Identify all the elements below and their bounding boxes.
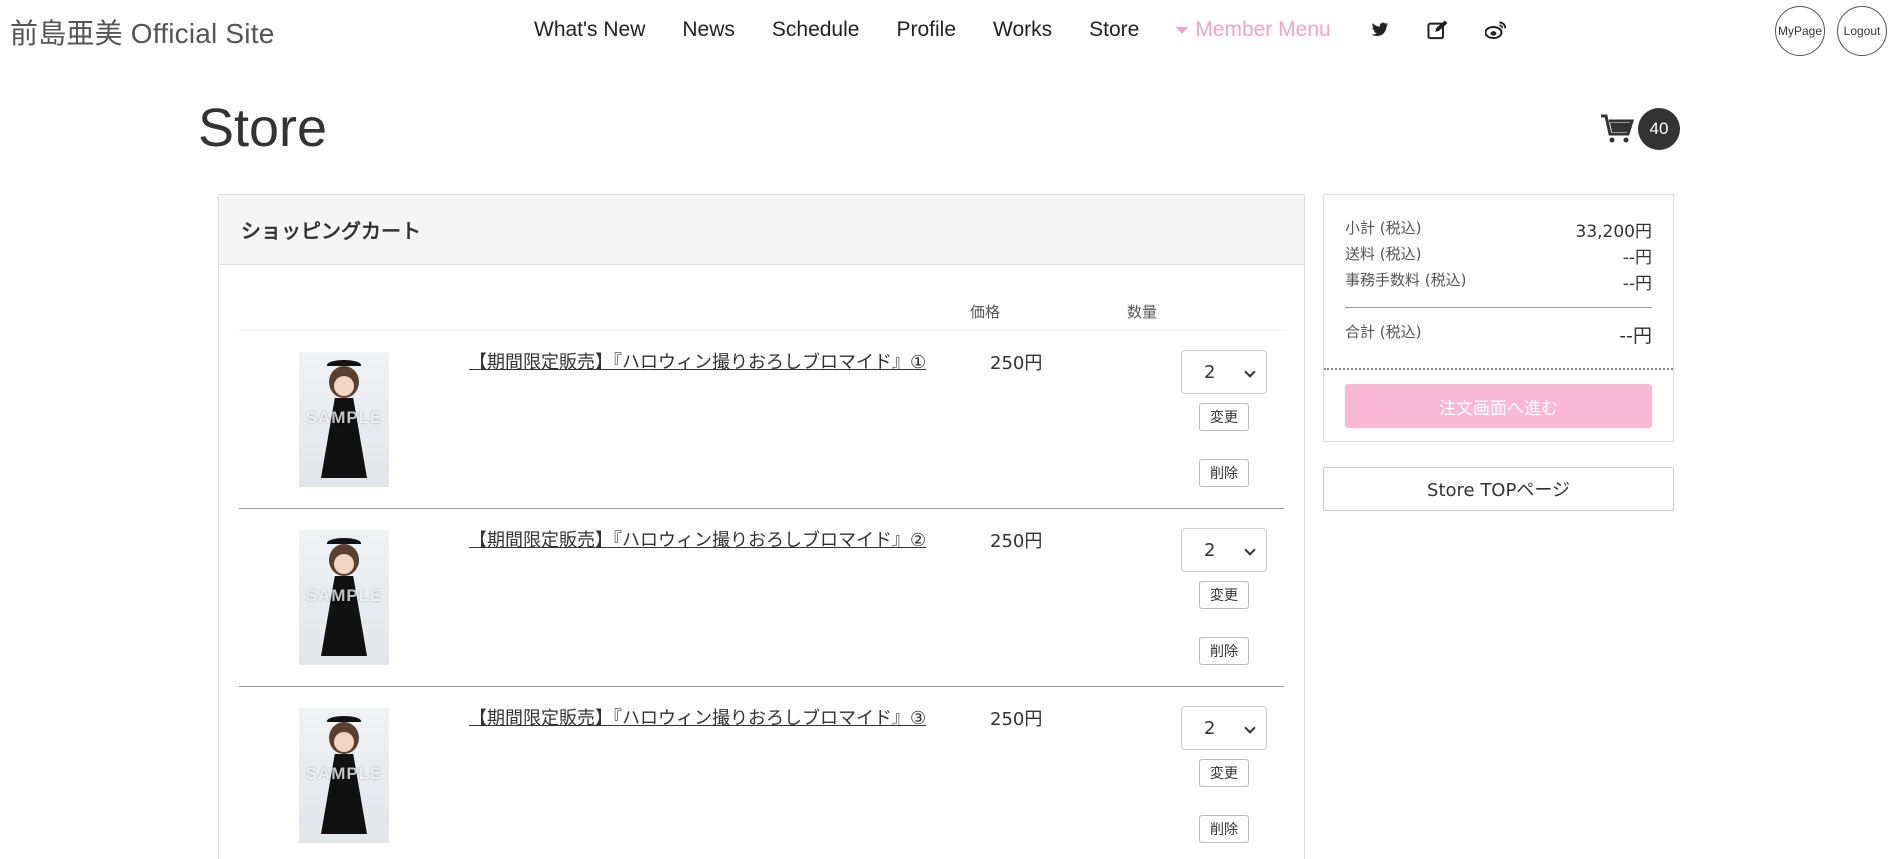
weibo-icon[interactable] bbox=[1484, 19, 1507, 41]
subtotal-value: 33,200円 bbox=[1575, 222, 1652, 242]
sample-watermark: SAMPLE bbox=[305, 408, 383, 427]
nav-news[interactable]: News bbox=[682, 18, 735, 42]
sample-watermark: SAMPLE bbox=[305, 586, 383, 605]
shopping-cart-panel: ショッピングカート 価格 数量 SAMPLE 【期間限定販売】『ハロウィン撮りお… bbox=[218, 194, 1305, 859]
quantity-select[interactable]: 2 bbox=[1181, 706, 1267, 750]
logout-button[interactable]: Logout bbox=[1837, 6, 1887, 56]
fee-label: 事務手数料 (税込) bbox=[1345, 271, 1467, 289]
subtotal-label: 小計 (税込) bbox=[1345, 219, 1422, 237]
price-column-header: 価格 bbox=[970, 303, 1001, 321]
store-top-button[interactable]: Store TOPページ bbox=[1323, 467, 1674, 511]
product-title-link[interactable]: 【期間限定販売】『ハロウィン撮りおろしブロマイド』② bbox=[469, 527, 959, 554]
page-title: Store bbox=[198, 98, 328, 158]
product-thumbnail[interactable]: SAMPLE bbox=[299, 352, 389, 487]
quantity-select[interactable]: 2 bbox=[1181, 528, 1267, 572]
delete-button[interactable]: 削除 bbox=[1199, 459, 1249, 487]
product-thumbnail[interactable]: SAMPLE bbox=[299, 530, 389, 665]
cart-count-badge[interactable]: 40 bbox=[1638, 108, 1680, 150]
quantity-value: 2 bbox=[1204, 539, 1216, 561]
nav-whats-new[interactable]: What's New bbox=[534, 18, 645, 42]
edit-icon[interactable] bbox=[1427, 19, 1449, 41]
total-label: 合計 (税込) bbox=[1345, 323, 1422, 341]
nav-schedule[interactable]: Schedule bbox=[772, 18, 860, 42]
quantity-value: 2 bbox=[1204, 717, 1216, 739]
cart-icon[interactable] bbox=[1600, 113, 1635, 149]
product-price: 250円 bbox=[990, 531, 1043, 552]
product-title-link[interactable]: 【期間限定販売】『ハロウィン撮りおろしブロマイド』① bbox=[469, 349, 959, 376]
sample-watermark: SAMPLE bbox=[305, 764, 383, 783]
member-menu[interactable]: Member Menu bbox=[1176, 18, 1331, 42]
main-nav: What's New News Schedule Profile Works S… bbox=[534, 18, 1543, 42]
chevron-down-icon bbox=[1244, 544, 1256, 556]
product-price: 250円 bbox=[990, 709, 1043, 730]
change-button[interactable]: 変更 bbox=[1199, 403, 1249, 431]
subtotal-row: 小計 (税込) 33,200円 bbox=[1345, 217, 1652, 242]
site-title[interactable]: 前島亜美 Official Site bbox=[10, 12, 274, 52]
cart-item: SAMPLE 【期間限定販売】『ハロウィン撮りおろしブロマイド』② 250円 2… bbox=[239, 509, 1284, 687]
proceed-to-order-button[interactable]: 注文画面へ進む bbox=[1345, 384, 1652, 428]
member-menu-label: Member Menu bbox=[1195, 18, 1331, 41]
nav-works[interactable]: Works bbox=[993, 18, 1052, 42]
product-thumbnail[interactable]: SAMPLE bbox=[299, 708, 389, 843]
fee-row: 事務手数料 (税込) --円 bbox=[1345, 269, 1652, 294]
cart-item: SAMPLE 【期間限定販売】『ハロウィン撮りおろしブロマイド』① 250円 2… bbox=[239, 331, 1284, 509]
product-price: 250円 bbox=[990, 353, 1043, 374]
product-title-link[interactable]: 【期間限定販売】『ハロウィン撮りおろしブロマイド』③ bbox=[469, 705, 959, 732]
mypage-button[interactable]: MyPage bbox=[1775, 6, 1825, 56]
change-button[interactable]: 変更 bbox=[1199, 759, 1249, 787]
quantity-column-header: 数量 bbox=[1127, 303, 1158, 321]
cart-item: SAMPLE 【期間限定販売】『ハロウィン撮りおろしブロマイド』③ 250円 2… bbox=[239, 687, 1284, 859]
order-summary-panel: 小計 (税込) 33,200円 送料 (税込) --円 事務手数料 (税込) -… bbox=[1323, 194, 1674, 442]
delete-button[interactable]: 削除 bbox=[1199, 637, 1249, 665]
shipping-label: 送料 (税込) bbox=[1345, 245, 1422, 263]
fee-value: --円 bbox=[1622, 274, 1652, 294]
delete-button[interactable]: 削除 bbox=[1199, 815, 1249, 843]
cart-heading: ショッピングカート bbox=[219, 195, 1304, 265]
total-row: 合計 (税込) --円 bbox=[1345, 321, 1652, 348]
twitter-icon[interactable] bbox=[1369, 19, 1391, 41]
shipping-value: --円 bbox=[1622, 248, 1652, 268]
shipping-row: 送料 (税込) --円 bbox=[1345, 243, 1652, 268]
quantity-select[interactable]: 2 bbox=[1181, 350, 1267, 394]
divider bbox=[1345, 307, 1652, 308]
nav-store[interactable]: Store bbox=[1089, 18, 1139, 42]
dotted-divider bbox=[1324, 368, 1673, 370]
nav-profile[interactable]: Profile bbox=[896, 18, 956, 42]
chevron-down-icon bbox=[1244, 722, 1256, 734]
site-header: 前島亜美 Official Site What's New News Sched… bbox=[0, 0, 1896, 62]
quantity-value: 2 bbox=[1204, 361, 1216, 383]
change-button[interactable]: 変更 bbox=[1199, 581, 1249, 609]
total-value: --円 bbox=[1619, 325, 1652, 347]
chevron-down-icon bbox=[1244, 366, 1256, 378]
caret-down-icon bbox=[1176, 26, 1189, 34]
